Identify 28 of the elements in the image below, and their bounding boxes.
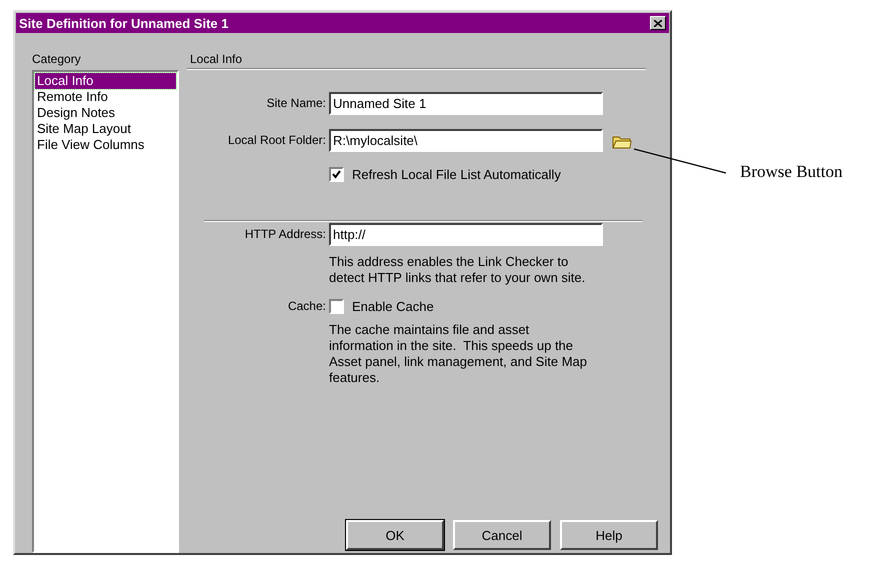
category-item[interactable]: Design Notes xyxy=(35,105,176,121)
help-text: The cache maintains file and asset information in the site. This speeds up the Asset panel, link management, and Site Map features. xyxy=(329,322,588,386)
checkbox[interactable] xyxy=(329,298,344,314)
text-field[interactable]: http:// xyxy=(329,223,603,246)
field-label: HTTP Address: xyxy=(244,227,326,241)
panel-heading: Local Info xyxy=(189,52,244,68)
category-item[interactable]: Site Map Layout xyxy=(35,121,176,137)
close-icon xyxy=(654,20,662,26)
window-title: Site Definition for Unnamed Site 1 xyxy=(19,16,228,30)
category-item[interactable]: Local Info xyxy=(35,73,176,89)
dialog-button[interactable]: OK xyxy=(346,520,444,550)
category-item[interactable]: File View Columns xyxy=(35,137,176,153)
text-field[interactable]: R:\mylocalsite\ xyxy=(329,129,603,152)
browse-folder-icon[interactable] xyxy=(612,134,632,149)
close-button[interactable] xyxy=(650,16,666,30)
category-item[interactable]: Remote Info xyxy=(35,89,176,105)
checkbox[interactable] xyxy=(329,166,344,182)
dialog-button[interactable]: Help xyxy=(560,520,658,550)
dialog-button[interactable]: Cancel xyxy=(453,520,551,550)
help-text: This address enables the Link Checker to detect HTTP links that refer to your own site. xyxy=(329,254,586,286)
field-label: Cache: xyxy=(288,299,326,313)
text-field[interactable]: Unnamed Site 1 xyxy=(329,92,603,115)
field-label: Local Root Folder: xyxy=(228,133,326,147)
checkbox-label[interactable]: Enable Cache xyxy=(352,298,434,314)
callout-label: Browse Button xyxy=(740,162,842,182)
checkbox-label[interactable]: Refresh Local File List Automatically xyxy=(352,166,561,182)
field-label: Site Name: xyxy=(266,96,326,110)
category-label: Category xyxy=(32,52,82,68)
